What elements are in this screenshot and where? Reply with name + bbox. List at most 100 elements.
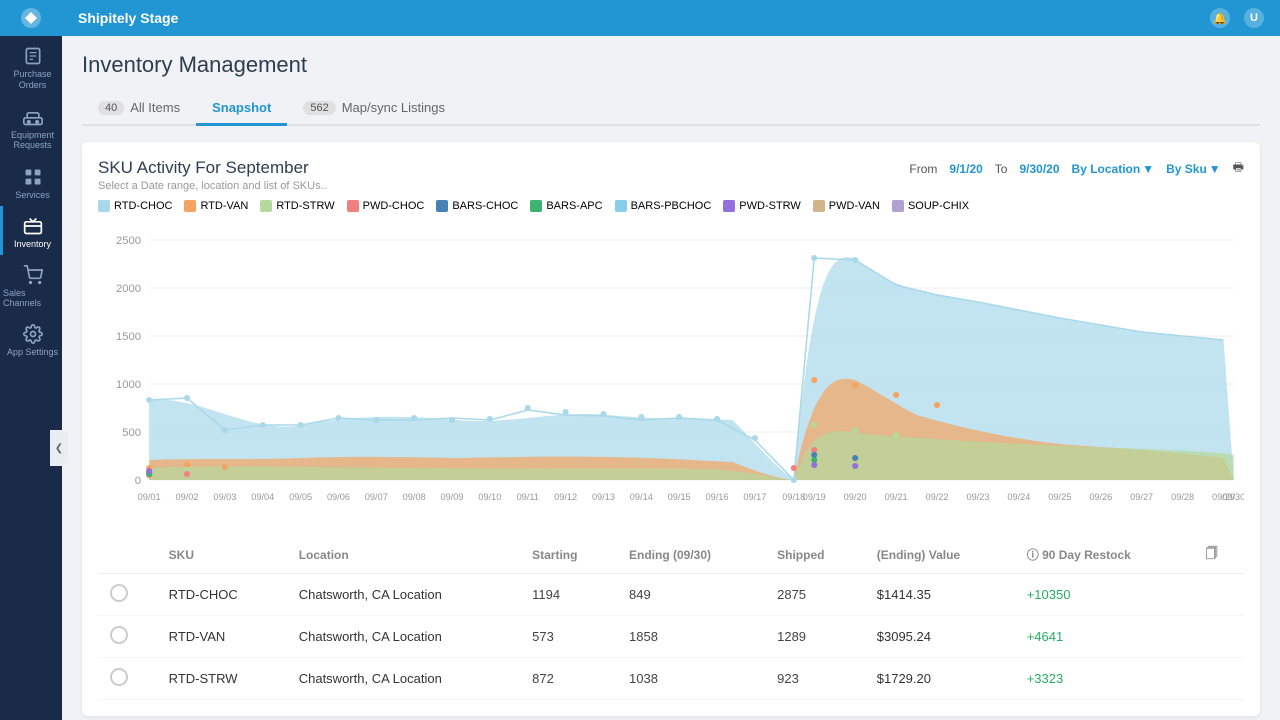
chart-svg: 0 500 1000 1500 2000 2500 bbox=[98, 220, 1244, 520]
legend-label: PWD-VAN bbox=[829, 200, 880, 212]
col-header-check bbox=[98, 536, 157, 574]
tab-map-sync-badge: 562 bbox=[303, 101, 335, 115]
svg-text:09/13: 09/13 bbox=[592, 492, 615, 502]
svg-text:09/27: 09/27 bbox=[1130, 492, 1153, 502]
from-date[interactable]: 9/1/20 bbox=[949, 162, 982, 176]
legend-color bbox=[436, 200, 448, 212]
svg-text:500: 500 bbox=[122, 427, 141, 439]
row-sku: RTD-CHOC bbox=[157, 574, 287, 616]
row-location: Chatsworth, CA Location bbox=[287, 658, 520, 700]
legend-label: RTD-CHOC bbox=[114, 200, 172, 212]
legend-label: RTD-VAN bbox=[200, 200, 248, 212]
legend-color bbox=[98, 200, 110, 212]
legend-item-pwd-choc[interactable]: PWD-CHOC bbox=[347, 200, 425, 212]
row-starting: 872 bbox=[520, 658, 617, 700]
svg-text:09/25: 09/25 bbox=[1048, 492, 1071, 502]
legend-item-pwd-strw[interactable]: PWD-STRW bbox=[723, 200, 801, 212]
svg-text:09/01: 09/01 bbox=[138, 492, 161, 502]
tab-all-items[interactable]: 40 All Items bbox=[82, 92, 196, 126]
row-ending: 1038 bbox=[617, 658, 765, 700]
sidebar-item-sales-channels[interactable]: Sales Channels bbox=[0, 255, 62, 314]
data-table: SKU Location Starting Ending (09/30) Shi… bbox=[98, 536, 1244, 700]
legend-label: SOUP-CHIX bbox=[908, 200, 969, 212]
topbar-title: Shipitely Stage bbox=[78, 10, 178, 26]
legend-color bbox=[813, 200, 825, 212]
sidebar-item-purchase-orders[interactable]: Purchase Orders bbox=[0, 36, 62, 97]
row-restock: +4641 bbox=[1015, 616, 1194, 658]
sidebar-item-services[interactable]: Services bbox=[0, 157, 62, 206]
svg-text:09/06: 09/06 bbox=[327, 492, 350, 502]
svg-text:0: 0 bbox=[135, 475, 141, 487]
row-value: $1729.20 bbox=[865, 658, 1015, 700]
col-header-sku: SKU bbox=[157, 536, 287, 574]
tab-all-items-label: All Items bbox=[130, 100, 180, 115]
row-shipped: 923 bbox=[765, 658, 865, 700]
chart-title: SKU Activity For September bbox=[98, 158, 909, 178]
to-date[interactable]: 9/30/20 bbox=[1019, 162, 1059, 176]
sidebar-item-app-settings[interactable]: App Settings bbox=[0, 314, 62, 363]
tabs-bar: 40 All Items Snapshot 562 Map/sync Listi… bbox=[82, 92, 1260, 126]
main-area: Shipitely Stage 🔔 U Inventory Management… bbox=[62, 0, 1280, 720]
sidebar-item-label: Purchase Orders bbox=[3, 69, 62, 91]
table-row: RTD-CHOC Chatsworth, CA Location 1194 84… bbox=[98, 574, 1244, 616]
sidebar-item-equipment[interactable]: Equipment Requests bbox=[0, 97, 62, 158]
sidebar-item-inventory[interactable]: Inventory bbox=[0, 206, 62, 255]
by-sku-dropdown[interactable]: By Sku ▼ bbox=[1166, 162, 1221, 176]
row-check[interactable] bbox=[98, 658, 157, 700]
svg-text:1000: 1000 bbox=[116, 379, 141, 391]
svg-text:09/05: 09/05 bbox=[289, 492, 312, 502]
tab-map-sync[interactable]: 562 Map/sync Listings bbox=[287, 92, 461, 126]
legend-item-bars-pbchoc[interactable]: BARS-PBCHOC bbox=[615, 200, 712, 212]
sidebar-item-label: Sales Channels bbox=[3, 288, 62, 308]
legend-item-bars-choc[interactable]: BARS-CHOC bbox=[436, 200, 518, 212]
legend-label: RTD-STRW bbox=[276, 200, 334, 212]
legend-item-pwd-van[interactable]: PWD-VAN bbox=[813, 200, 880, 212]
svg-text:09/15: 09/15 bbox=[668, 492, 691, 502]
legend-item-rtd-choc[interactable]: RTD-CHOC bbox=[98, 200, 172, 212]
legend-color bbox=[184, 200, 196, 212]
row-check[interactable] bbox=[98, 574, 157, 616]
tab-snapshot[interactable]: Snapshot bbox=[196, 92, 287, 126]
col-header-ending: Ending (09/30) bbox=[617, 536, 765, 574]
svg-text:09/17: 09/17 bbox=[743, 492, 766, 502]
print-icon[interactable]: 🖶 bbox=[1233, 158, 1244, 179]
tab-snapshot-label: Snapshot bbox=[212, 100, 271, 115]
legend-label: PWD-CHOC bbox=[363, 200, 425, 212]
chevron-down-icon: ▼ bbox=[1142, 162, 1154, 176]
sidebar-item-label: App Settings bbox=[7, 347, 58, 357]
topbar-user-avatar[interactable]: U bbox=[1244, 8, 1264, 28]
col-header-location: Location bbox=[287, 536, 520, 574]
row-restock: +10350 bbox=[1015, 574, 1194, 616]
row-check[interactable] bbox=[98, 616, 157, 658]
svg-text:09/02: 09/02 bbox=[176, 492, 199, 502]
svg-text:09/26: 09/26 bbox=[1089, 492, 1112, 502]
sidebar-item-label: Services bbox=[15, 190, 50, 200]
chart-title-area: SKU Activity For September Select a Date… bbox=[98, 158, 909, 192]
col-header-actions: 🗍 bbox=[1194, 536, 1244, 574]
legend-item-bars-apc[interactable]: BARS-APC bbox=[530, 200, 602, 212]
legend-color bbox=[530, 200, 542, 212]
tab-map-sync-label: Map/sync Listings bbox=[342, 100, 445, 115]
legend-item-rtd-strw[interactable]: RTD-STRW bbox=[260, 200, 334, 212]
row-actions bbox=[1194, 658, 1244, 700]
col-header-starting: Starting bbox=[520, 536, 617, 574]
svg-text:09/08: 09/08 bbox=[403, 492, 426, 502]
by-location-dropdown[interactable]: By Location ▼ bbox=[1072, 162, 1155, 176]
legend-color bbox=[723, 200, 735, 212]
legend-item-rtd-van[interactable]: RTD-VAN bbox=[184, 200, 248, 212]
row-shipped: 2875 bbox=[765, 574, 865, 616]
svg-text:09/20: 09/20 bbox=[844, 492, 867, 502]
col-header-value: (Ending) Value bbox=[865, 536, 1015, 574]
legend-item-soup-chix[interactable]: SOUP-CHIX bbox=[892, 200, 969, 212]
sidebar-collapse-button[interactable]: ❮ bbox=[50, 430, 68, 466]
svg-text:09/16: 09/16 bbox=[706, 492, 729, 502]
svg-text:09/10: 09/10 bbox=[478, 492, 501, 502]
app-logo bbox=[0, 0, 62, 36]
topbar-notifications-icon[interactable]: 🔔 bbox=[1210, 8, 1230, 28]
svg-text:09/24: 09/24 bbox=[1007, 492, 1030, 502]
col-header-restock: ⓘ 90 Day Restock bbox=[1015, 536, 1194, 574]
topbar: Shipitely Stage 🔔 U bbox=[62, 0, 1280, 36]
sku-table: SKU Location Starting Ending (09/30) Shi… bbox=[98, 536, 1244, 700]
svg-text:09/21: 09/21 bbox=[885, 492, 908, 502]
chart-legend: RTD-CHOC RTD-VAN RTD-STRW PWD-CHOC BARS-CHOC… bbox=[98, 200, 1244, 212]
